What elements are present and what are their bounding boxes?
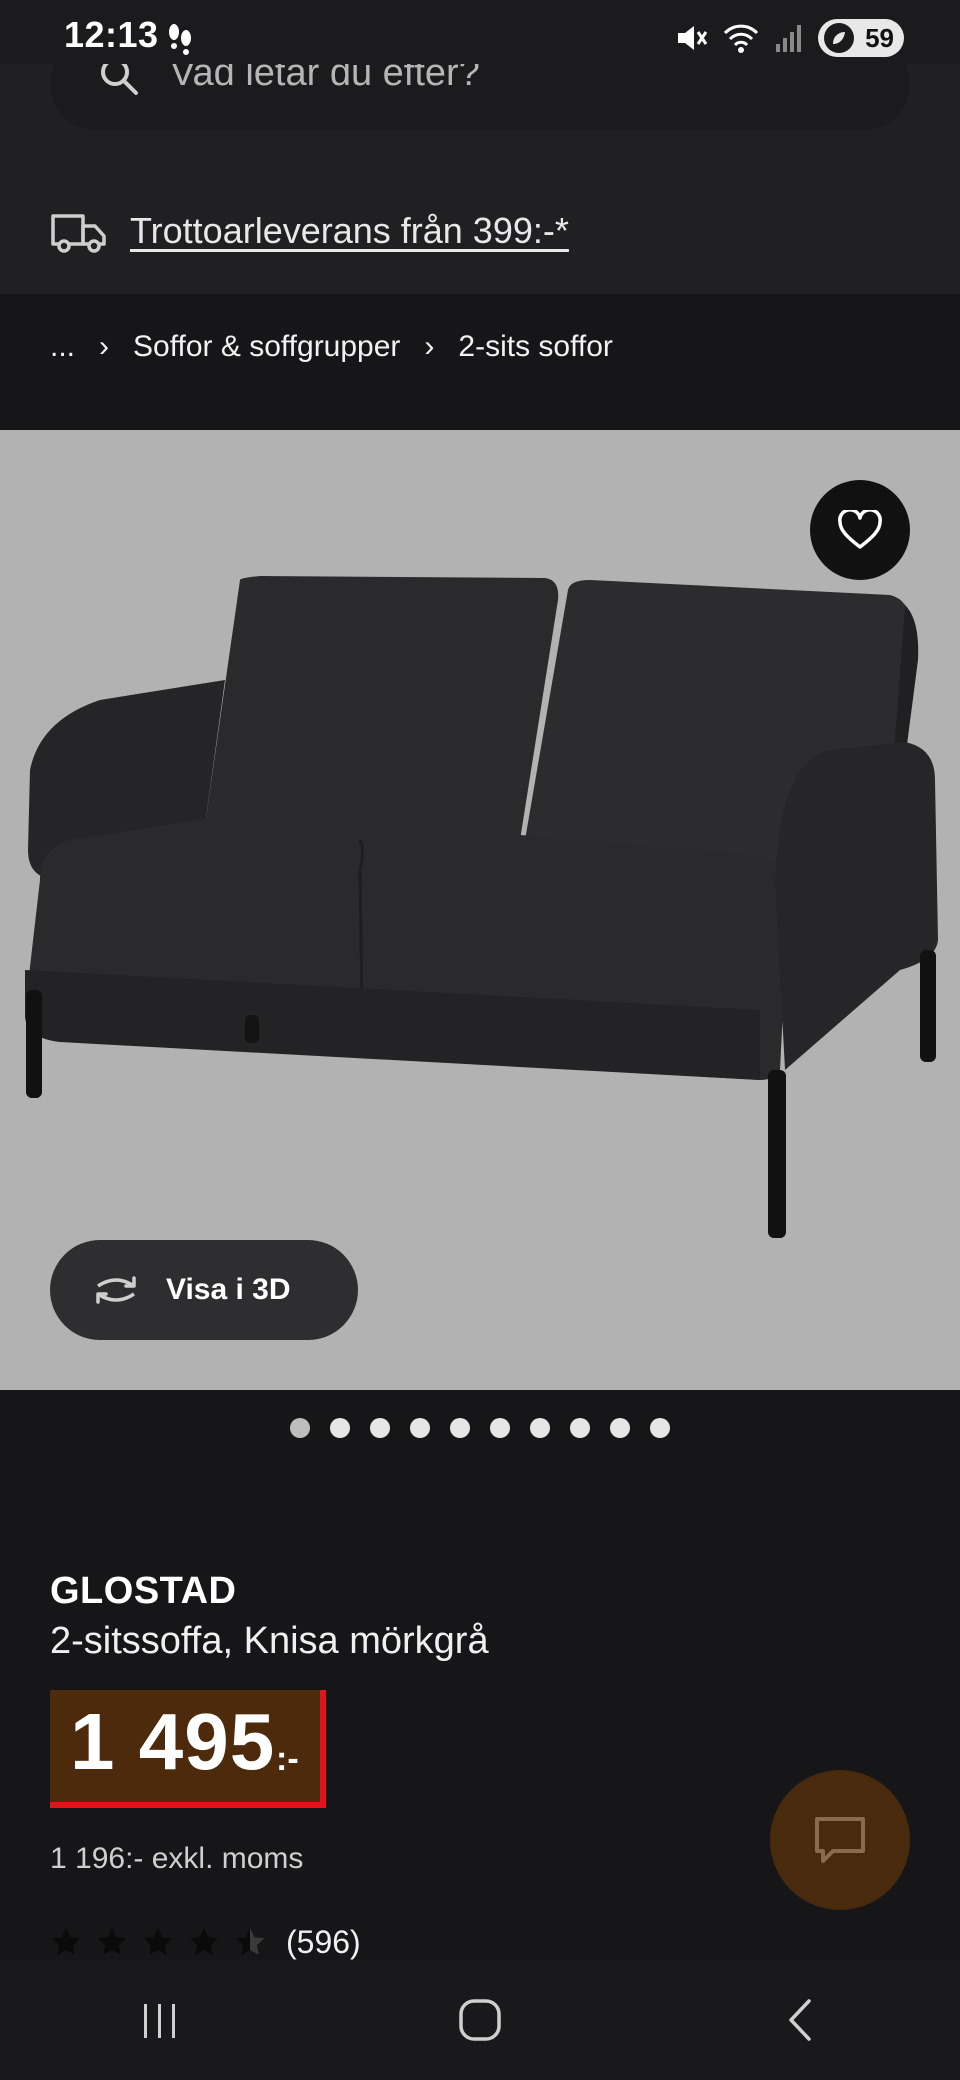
carousel-dot[interactable] (610, 1418, 630, 1438)
product-brand: GLOSTAD (50, 1570, 237, 1612)
star-icon (189, 1928, 219, 1955)
breadcrumb-item-ellipsis[interactable]: ... (50, 330, 75, 364)
carousel-indicator (0, 1418, 960, 1438)
view-3d-label: Visa i 3D (166, 1273, 291, 1306)
battery-indicator: 59 (818, 19, 904, 57)
half-star-icon (235, 1928, 265, 1955)
carousel-dot[interactable] (570, 1418, 590, 1438)
price-excl-vat: 1 196:- exkl. moms (50, 1842, 304, 1875)
recents-icon (144, 2004, 175, 2038)
price-currency: :- (276, 1740, 299, 1778)
wifi-icon (723, 24, 759, 53)
view-3d-button[interactable]: Visa i 3D (50, 1240, 358, 1340)
review-count[interactable]: (596) (286, 1924, 361, 1961)
chat-button[interactable] (770, 1770, 910, 1910)
product-description: 2-sitssoffa, Knisa mörkgrå (50, 1620, 489, 1662)
carousel-dot[interactable] (530, 1418, 550, 1438)
status-icons: 59 (674, 18, 904, 58)
power-save-icon (824, 23, 854, 53)
home-button[interactable] (420, 1980, 540, 2060)
carousel-dot[interactable] (290, 1418, 310, 1438)
back-button[interactable] (740, 1980, 860, 2060)
star-icon (143, 1928, 173, 1955)
recents-button[interactable] (100, 1980, 220, 2060)
rating-stars[interactable] (50, 1926, 266, 1958)
star-icon (97, 1928, 127, 1955)
back-icon (789, 1999, 811, 2041)
truck-icon (51, 214, 106, 253)
signal-icon (776, 25, 801, 52)
favorite-button[interactable] (810, 480, 910, 580)
carousel-dot[interactable] (330, 1418, 350, 1438)
chevron-right-icon: › (424, 330, 435, 363)
mute-icon (678, 26, 708, 50)
carousel-dot[interactable] (450, 1418, 470, 1438)
breadcrumb-item-two-seat[interactable]: 2-sits soffor (458, 330, 613, 364)
price-value: 1 495 (70, 1697, 276, 1786)
delivery-link[interactable]: Trottoarleverans från 399:-* (130, 210, 569, 252)
star-icon (51, 1928, 81, 1955)
breadcrumb-item-sofas[interactable]: Soffor & soffgrupper (133, 330, 400, 364)
system-navbar (0, 1960, 960, 2080)
carousel-dot[interactable] (490, 1418, 510, 1438)
carousel-dot[interactable] (650, 1418, 670, 1438)
chat-icon (815, 1817, 865, 1863)
carousel-dot[interactable] (410, 1418, 430, 1438)
heart-icon (838, 510, 882, 549)
home-icon (459, 1999, 501, 2041)
rotate-3d-icon (96, 1276, 136, 1304)
battery-level: 59 (865, 22, 894, 53)
carousel-dot[interactable] (370, 1418, 390, 1438)
breadcrumb: ... › Soffor & soffgrupper › 2-sits soff… (50, 330, 613, 364)
chevron-right-icon: › (99, 330, 110, 363)
status-time: 12:13 (64, 14, 159, 55)
footsteps-icon (169, 24, 191, 55)
